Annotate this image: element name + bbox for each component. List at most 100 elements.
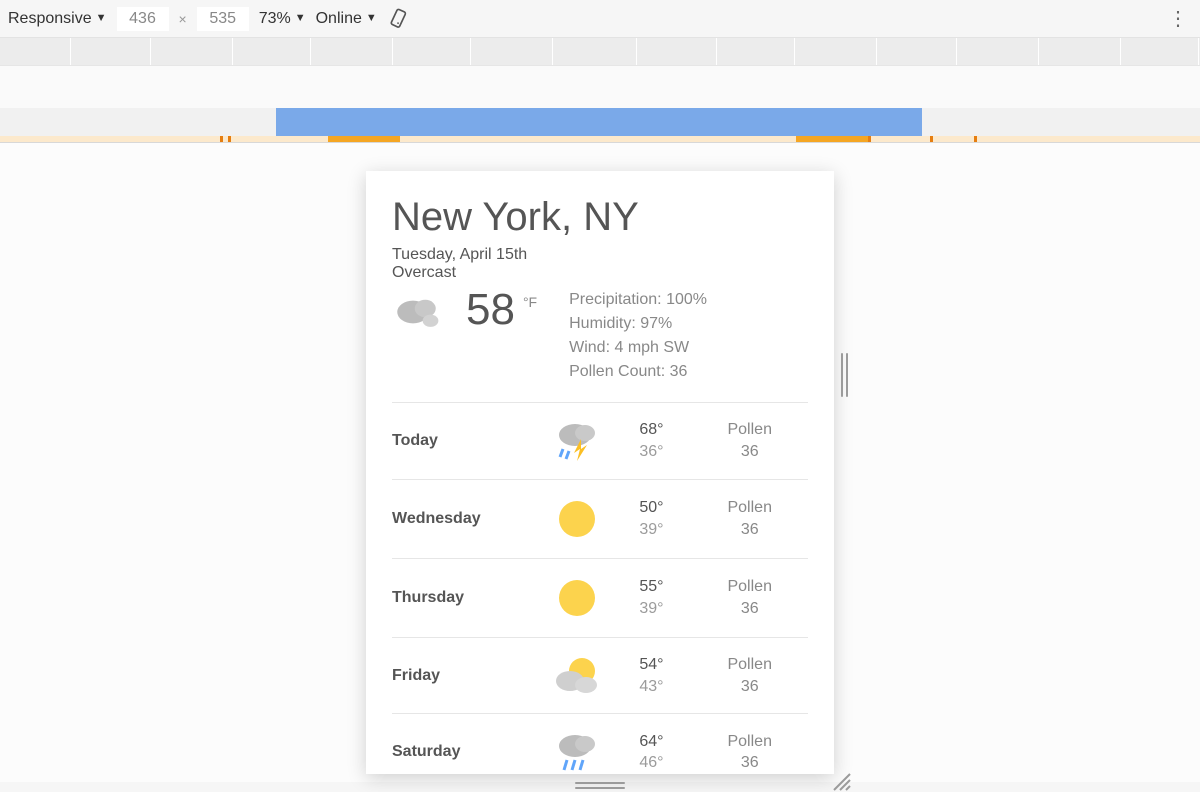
forecast-pollen: Pollen36 — [691, 654, 808, 697]
ruler-tick — [956, 38, 957, 65]
dropdown-triangle-icon: ▼ — [96, 12, 107, 24]
pollen-label: Pollen Count: — [569, 363, 665, 380]
forecast-pollen-label: Pollen — [691, 731, 808, 753]
humidity-value: 97% — [640, 315, 672, 332]
forecast-pollen: Pollen36 — [691, 419, 808, 462]
ruler-tick — [470, 38, 471, 65]
ruler-tick — [1120, 38, 1121, 65]
current-conditions-row: 58 °F Precipitation: 100% Humidity: 97% … — [392, 288, 808, 384]
pollen-value: 36 — [670, 363, 688, 380]
zoom-dropdown[interactable]: 73% ▼ — [259, 10, 306, 28]
media-query-ruler[interactable] — [0, 38, 1200, 138]
wind-value: 4 mph SW — [614, 339, 689, 356]
ruler-ticks — [0, 38, 1200, 66]
forecast-pollen-label: Pollen — [691, 419, 808, 441]
ruler-tick — [1038, 38, 1039, 65]
forecast-row: Saturday 64°46°Pollen36 — [392, 714, 808, 774]
dropdown-triangle-icon: ▼ — [366, 12, 377, 24]
forecast-temps: 64°46° — [611, 731, 691, 774]
ruler-tick — [150, 38, 151, 65]
condition-label: Overcast — [392, 264, 808, 282]
forecast-pollen: Pollen36 — [691, 731, 808, 774]
ruler-tick — [716, 38, 717, 65]
forecast-pollen-label: Pollen — [691, 576, 808, 598]
ruler-tick — [1198, 38, 1199, 65]
storm-icon — [543, 419, 611, 463]
throttling-label: Online — [316, 10, 362, 28]
forecast-high: 54° — [611, 654, 691, 676]
forecast-low: 46° — [611, 752, 691, 774]
device-toolbar: Responsive ▼ × 73% ▼ Online ▼ ⋮ — [0, 0, 1200, 38]
ruler-tick — [876, 38, 877, 65]
forecast-high: 50° — [611, 497, 691, 519]
dimension-x-label: × — [179, 11, 187, 27]
forecast-pollen-label: Pollen — [691, 654, 808, 676]
city-heading: New York, NY — [392, 195, 808, 240]
zoom-label: 73% — [259, 10, 291, 28]
overcast-icon — [392, 288, 448, 336]
temperature-value: 58 — [466, 288, 515, 332]
ruler-tick — [310, 38, 311, 65]
forecast-day: Saturday — [392, 743, 543, 761]
humidity-label: Humidity: — [569, 315, 636, 332]
temperature: 58 °F — [466, 288, 537, 332]
forecast-day: Thursday — [392, 589, 543, 607]
device-mode-label: Responsive — [8, 10, 92, 28]
forecast-pollen-value: 36 — [691, 676, 808, 698]
forecast-row: Today 68°36°Pollen36 — [392, 403, 808, 480]
ruler-tick — [552, 38, 553, 65]
viewport-width-input[interactable] — [117, 7, 169, 31]
device-mode-dropdown[interactable]: Responsive ▼ — [8, 10, 107, 28]
resize-handle-corner[interactable] — [828, 768, 852, 792]
forecast-temps: 50°39° — [611, 497, 691, 540]
forecast-pollen-value: 36 — [691, 752, 808, 774]
breakpoint-blue-segment[interactable] — [276, 108, 922, 136]
rain-icon — [543, 730, 611, 774]
forecast-low: 43° — [611, 676, 691, 698]
breakpoint-bar-row-1[interactable] — [0, 108, 1200, 136]
viewport-height-input[interactable] — [197, 7, 249, 31]
precipitation-label: Precipitation: — [569, 291, 662, 308]
forecast-pollen-value: 36 — [691, 598, 808, 620]
emulated-viewport[interactable]: New York, NY Tuesday, April 15th Overcas… — [366, 171, 834, 774]
ruler-tick — [794, 38, 795, 65]
forecast-day: Wednesday — [392, 510, 543, 528]
ruler-tick — [636, 38, 637, 65]
device-wrap: New York, NY Tuesday, April 15th Overcas… — [366, 171, 834, 774]
wind-label: Wind: — [569, 339, 610, 356]
toolbar-center: Responsive ▼ × 73% ▼ Online ▼ — [8, 6, 413, 32]
forecast-high: 64° — [611, 731, 691, 753]
rotate-icon[interactable] — [387, 6, 413, 32]
conditions-meta: Precipitation: 100% Humidity: 97% Wind: … — [569, 288, 707, 384]
viewport-stage: New York, NY Tuesday, April 15th Overcas… — [0, 142, 1200, 782]
weather-card: New York, NY Tuesday, April 15th Overcas… — [366, 171, 834, 774]
forecast-high: 55° — [611, 576, 691, 598]
forecast-temps: 55°39° — [611, 576, 691, 619]
forecast-pollen: Pollen36 — [691, 576, 808, 619]
forecast-low: 39° — [611, 598, 691, 620]
more-options-icon[interactable]: ⋮ — [1164, 5, 1192, 33]
sunny-icon — [543, 575, 611, 621]
forecast-row: Thursday 55°39°Pollen36 — [392, 559, 808, 638]
forecast-day: Friday — [392, 667, 543, 685]
ruler-tick — [232, 38, 233, 65]
ruler-tick — [70, 38, 71, 65]
date-label: Tuesday, April 15th — [392, 246, 808, 264]
forecast-low: 39° — [611, 519, 691, 541]
forecast-temps: 68°36° — [611, 419, 691, 462]
forecast-low: 36° — [611, 441, 691, 463]
dropdown-triangle-icon: ▼ — [295, 12, 306, 24]
forecast-row: Wednesday 50°39°Pollen36 — [392, 480, 808, 559]
forecast-day: Today — [392, 432, 543, 450]
forecast-row: Friday 54°43°Pollen36 — [392, 638, 808, 714]
forecast-pollen: Pollen36 — [691, 497, 808, 540]
forecast-list: Today68°36°Pollen36Wednesday50°39°Pollen… — [392, 402, 808, 774]
resize-handle-right[interactable] — [838, 353, 850, 397]
forecast-temps: 54°43° — [611, 654, 691, 697]
temperature-unit: °F — [523, 294, 537, 310]
precipitation-value: 100% — [666, 291, 707, 308]
partly-cloudy-icon — [543, 655, 611, 697]
throttling-dropdown[interactable]: Online ▼ — [316, 10, 377, 28]
forecast-pollen-value: 36 — [691, 519, 808, 541]
forecast-pollen-value: 36 — [691, 441, 808, 463]
